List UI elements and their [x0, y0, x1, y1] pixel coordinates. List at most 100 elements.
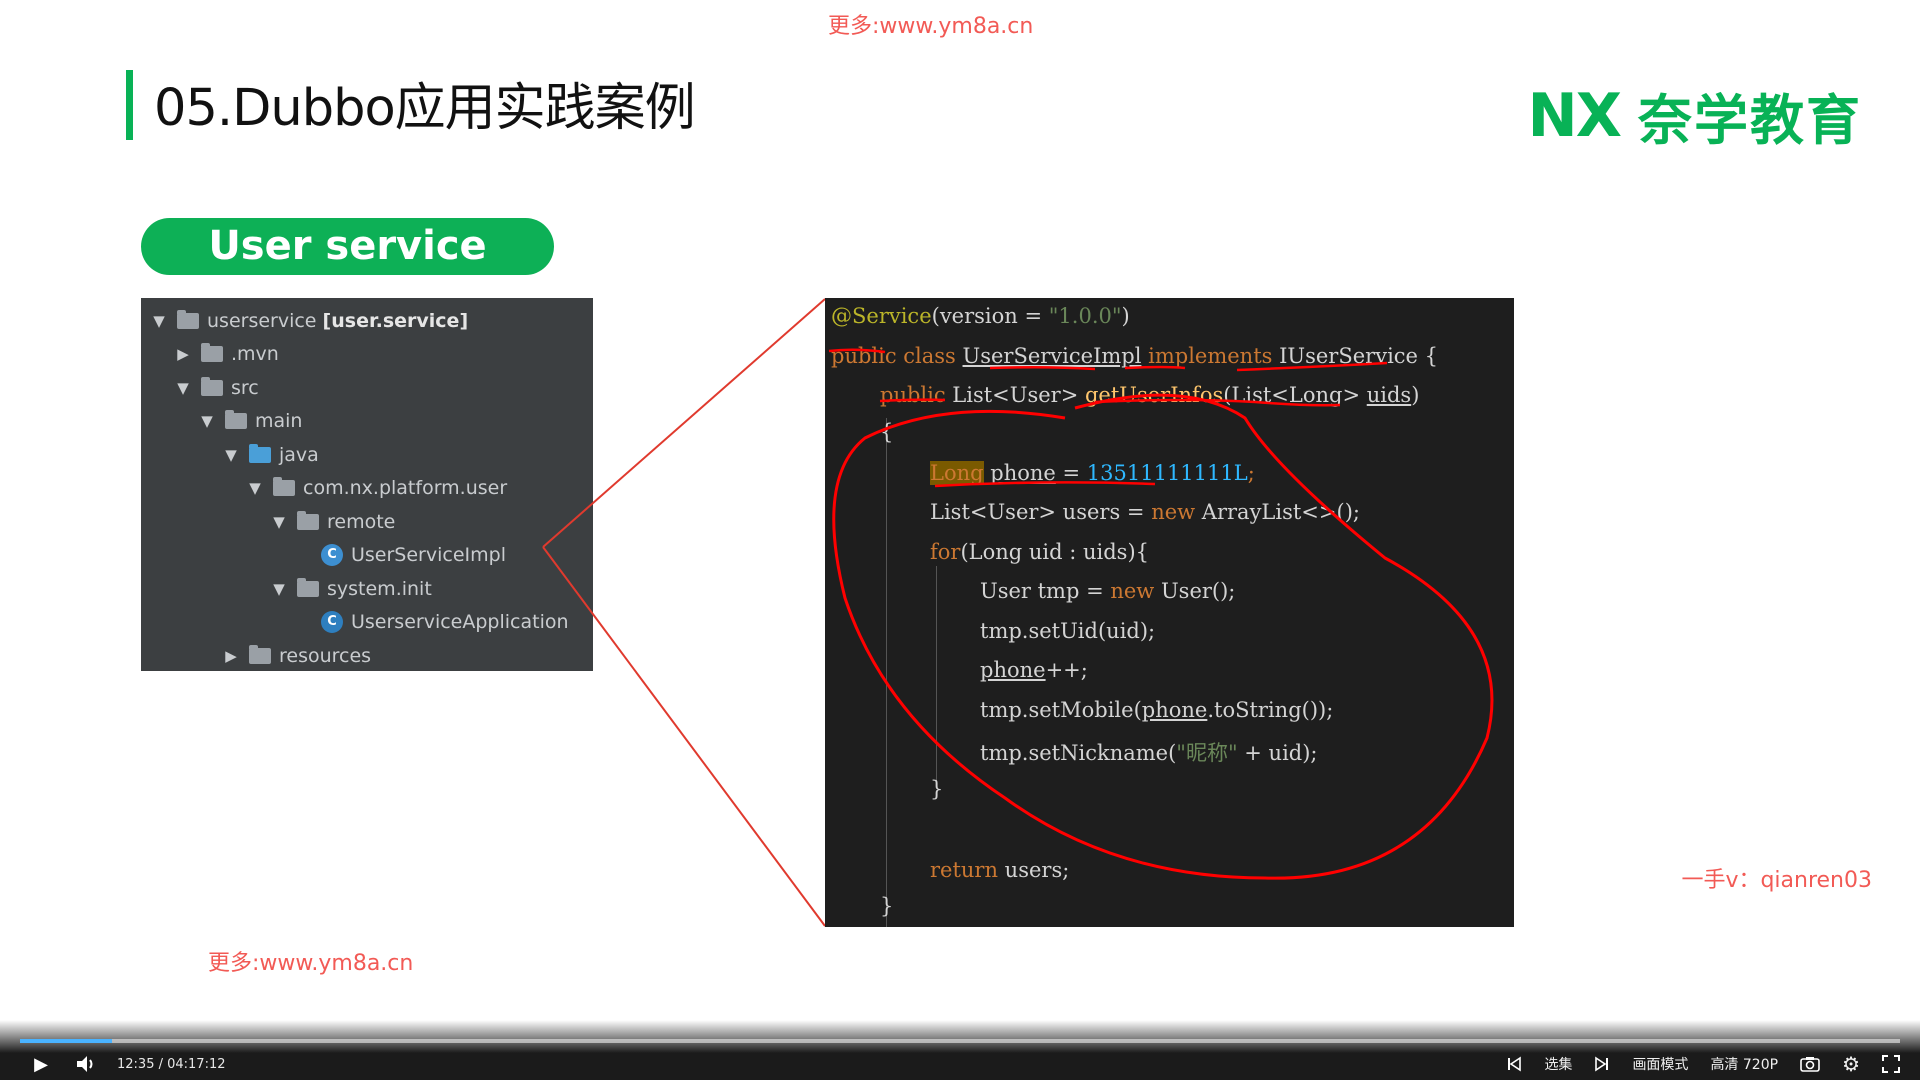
tree-item-text: remote: [327, 510, 396, 533]
code-line-5: Long phone = 13511111111L;: [930, 461, 1255, 485]
tree-item[interactable]: C UserServiceImpl: [141, 539, 593, 573]
volume-icon: [77, 1056, 93, 1072]
display-mode-button[interactable]: 画面模式: [1632, 1054, 1688, 1074]
skip-forward-icon: [1595, 1056, 1609, 1072]
tree-item-text: UserServiceImpl: [351, 544, 506, 567]
code-token: for: [930, 540, 961, 564]
settings-button[interactable]: ⚙: [1842, 1052, 1860, 1076]
code-line-3: public List<User> getUserInfos(List<Long…: [880, 383, 1419, 407]
screenshot-button[interactable]: [1800, 1056, 1820, 1072]
code-editor: @Service(version = "1.0.0") public class…: [825, 298, 1514, 927]
code-token: User();: [1154, 579, 1236, 603]
code-token: getUserInfos: [1084, 383, 1224, 407]
progress-fill: [20, 1039, 113, 1043]
tree-item-text: system.init: [327, 577, 432, 600]
tree-item[interactable]: ▼ java: [141, 438, 593, 472]
tree-item-text: com.nx.platform.user: [303, 477, 508, 500]
quality-button[interactable]: 高清 720P: [1710, 1054, 1778, 1074]
module-name: [user.service]: [322, 309, 469, 332]
title-accent-bar: [126, 70, 133, 140]
code-line-12: tmp.setNickname("昵称" + uid);: [980, 737, 1318, 767]
code-line-8: User tmp = new User();: [980, 579, 1235, 603]
watermark-top: 更多:www.ym8a.cn: [828, 14, 1034, 39]
tree-item[interactable]: ▶ .mvn: [141, 338, 593, 372]
code-line-4: {: [880, 420, 893, 444]
tree-item-text: userservice: [207, 309, 323, 332]
tree-item-label: main: [255, 410, 302, 432]
tree-item[interactable]: ▼ userservice [user.service]: [141, 304, 593, 338]
tree-item[interactable]: ▼ main: [141, 405, 593, 439]
tree-item[interactable]: ▼ system.init: [141, 572, 593, 606]
code-token: ): [1411, 383, 1420, 407]
folder-icon: [273, 477, 295, 497]
code-line-7: for(Long uid : uids){: [930, 540, 1149, 564]
folder-icon: [249, 644, 271, 664]
code-token: uids: [1366, 383, 1412, 407]
code-token: "1.0.0": [1048, 304, 1122, 328]
tree-item-label: UserServiceImpl: [351, 544, 506, 566]
folder-icon: [249, 443, 271, 463]
collapse-arrow-icon[interactable]: ▼: [149, 312, 169, 330]
code-token: ): [1121, 304, 1130, 328]
progress-bar[interactable]: [20, 1039, 1900, 1043]
code-token: users;: [998, 858, 1070, 882]
code-token: List<User> users =: [930, 500, 1152, 524]
code-token: Long: [930, 461, 984, 485]
tree-item[interactable]: ▼ src: [141, 371, 593, 405]
code-token: tmp.setUid(uid);: [980, 619, 1156, 643]
folder-icon: [201, 343, 223, 363]
watermark-bottom: 更多:www.ym8a.cn: [208, 951, 414, 976]
code-token: return: [930, 858, 998, 882]
play-icon: ▶: [34, 1053, 48, 1075]
tree-item-label: .mvn: [231, 343, 279, 365]
folder-icon: [177, 309, 199, 329]
code-token: User tmp =: [980, 579, 1111, 603]
code-line-14: return users;: [930, 858, 1069, 882]
code-line-1: @Service(version = "1.0.0"): [831, 304, 1130, 328]
skip-back-icon: [1508, 1056, 1522, 1072]
code-token: phone: [980, 658, 1046, 682]
fullscreen-icon: [1882, 1055, 1900, 1073]
collapse-arrow-icon[interactable]: ▼: [221, 446, 241, 464]
expand-arrow-icon[interactable]: ▶: [173, 345, 193, 363]
code-token: ++;: [1045, 658, 1088, 682]
indent-guide: [936, 566, 937, 784]
folder-icon: [201, 376, 223, 396]
project-tree: ▼ userservice [user.service] ▶ .mvn ▼ src ▼ mai…: [141, 298, 593, 671]
collapse-arrow-icon[interactable]: ▼: [245, 479, 265, 497]
tree-item-text: resources: [279, 644, 372, 667]
prev-button[interactable]: [1506, 1056, 1522, 1072]
code-line-6: List<User> users = new ArrayList<>();: [930, 500, 1360, 524]
code-line-9: tmp.setUid(uid);: [980, 619, 1155, 643]
collapse-arrow-icon[interactable]: ▼: [173, 379, 193, 397]
collapse-arrow-icon[interactable]: ▼: [197, 412, 217, 430]
code-token: {: [880, 420, 894, 444]
tree-item-label: remote: [327, 511, 395, 533]
code-token: (List<Long>: [1223, 383, 1367, 407]
code-token: (version =: [931, 304, 1049, 328]
expand-arrow-icon[interactable]: ▶: [221, 647, 241, 665]
code-token: (Long uid : uids){: [960, 540, 1150, 564]
time-display: 12:35 / 04:17:12: [117, 1056, 226, 1072]
tree-item-label: com.nx.platform.user: [303, 477, 507, 499]
folder-icon: [297, 577, 319, 597]
tree-item[interactable]: ▼ remote: [141, 505, 593, 539]
code-token: "昵称": [1176, 741, 1238, 765]
camera-icon: [1800, 1057, 1820, 1072]
tree-item[interactable]: ▼ com.nx.platform.user: [141, 472, 593, 506]
play-button[interactable]: ▶: [30, 1053, 52, 1075]
code-token: List<User>: [952, 383, 1085, 407]
volume-button[interactable]: [74, 1053, 98, 1075]
tree-item[interactable]: ▶ resources: [141, 639, 593, 673]
fullscreen-button[interactable]: [1882, 1055, 1900, 1073]
code-token: .toString());: [1207, 698, 1334, 722]
episodes-button[interactable]: 选集: [1544, 1054, 1572, 1074]
slide-title: 05.Dubbo应用实践案例: [154, 79, 696, 138]
collapse-arrow-icon[interactable]: ▼: [269, 513, 289, 531]
code-line-15: }: [880, 894, 893, 918]
folder-icon: [297, 510, 319, 530]
gear-icon: ⚙: [1842, 1052, 1860, 1076]
tree-item[interactable]: C UserserviceApplication: [141, 606, 593, 640]
collapse-arrow-icon[interactable]: ▼: [269, 580, 289, 598]
next-button[interactable]: [1594, 1056, 1610, 1072]
